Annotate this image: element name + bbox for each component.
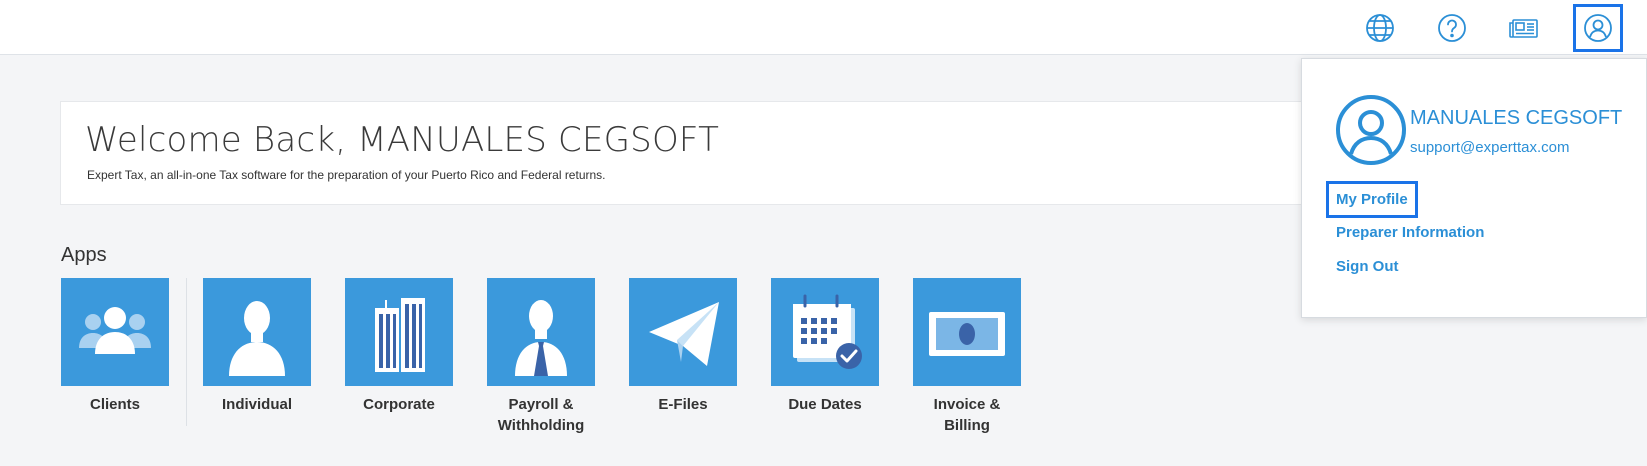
welcome-subtitle: Expert Tax, an all-in-one Tax software f… [87, 168, 606, 182]
corporate-icon [375, 298, 425, 372]
efiles-icon [649, 302, 719, 366]
app-tile-payroll-withholding[interactable]: Payroll & Withholding [487, 278, 595, 436]
user-account-icon[interactable] [1573, 4, 1623, 52]
clients-icon [79, 307, 151, 354]
app-tile-corporate[interactable]: Corporate [345, 278, 453, 415]
app-label: Payroll & Withholding [497, 396, 585, 434]
app-label: Due Dates [788, 396, 862, 413]
news-icon[interactable] [1499, 4, 1549, 52]
app-tile-invoice-billing[interactable]: Invoice & Billing [913, 278, 1021, 436]
preparer-information-link[interactable]: Preparer Information [1336, 224, 1484, 241]
app-tile-clients[interactable]: Clients [61, 278, 169, 415]
payroll-icon [515, 300, 567, 376]
app-tile-efiles[interactable]: E-Files [629, 278, 737, 415]
app-label: Clients [89, 396, 140, 413]
app-tile-due-dates[interactable]: Due Dates [771, 278, 879, 415]
app-label: Invoice & Billing [933, 396, 1001, 434]
welcome-title: Welcome Back, MANUALES CEGSOFT [85, 120, 720, 160]
invoice-billing-icon [929, 312, 1005, 356]
app-label: Individual [221, 396, 292, 413]
sign-out-link[interactable]: Sign Out [1336, 258, 1399, 275]
user-name: MANUALES CEGSOFT [1410, 107, 1623, 129]
app-label: E-Files [658, 396, 708, 413]
top-bar [0, 0, 1647, 55]
due-dates-icon [793, 294, 862, 369]
user-email: support@experttax.com [1410, 139, 1570, 156]
globe-icon[interactable] [1355, 4, 1405, 52]
apps-heading: Apps [61, 244, 107, 266]
apps-divider [186, 278, 187, 426]
my-profile-link[interactable]: My Profile [1326, 181, 1418, 218]
avatar-icon [1336, 95, 1406, 165]
app-label: Corporate [363, 396, 435, 413]
user-dropdown-menu: MANUALES CEGSOFT support@experttax.com M… [1301, 58, 1647, 318]
app-tile-individual[interactable]: Individual [203, 278, 311, 415]
individual-icon [229, 301, 285, 376]
help-icon[interactable] [1427, 4, 1477, 52]
welcome-card: Welcome Back, MANUALES CEGSOFT Expert Ta… [60, 101, 1400, 205]
